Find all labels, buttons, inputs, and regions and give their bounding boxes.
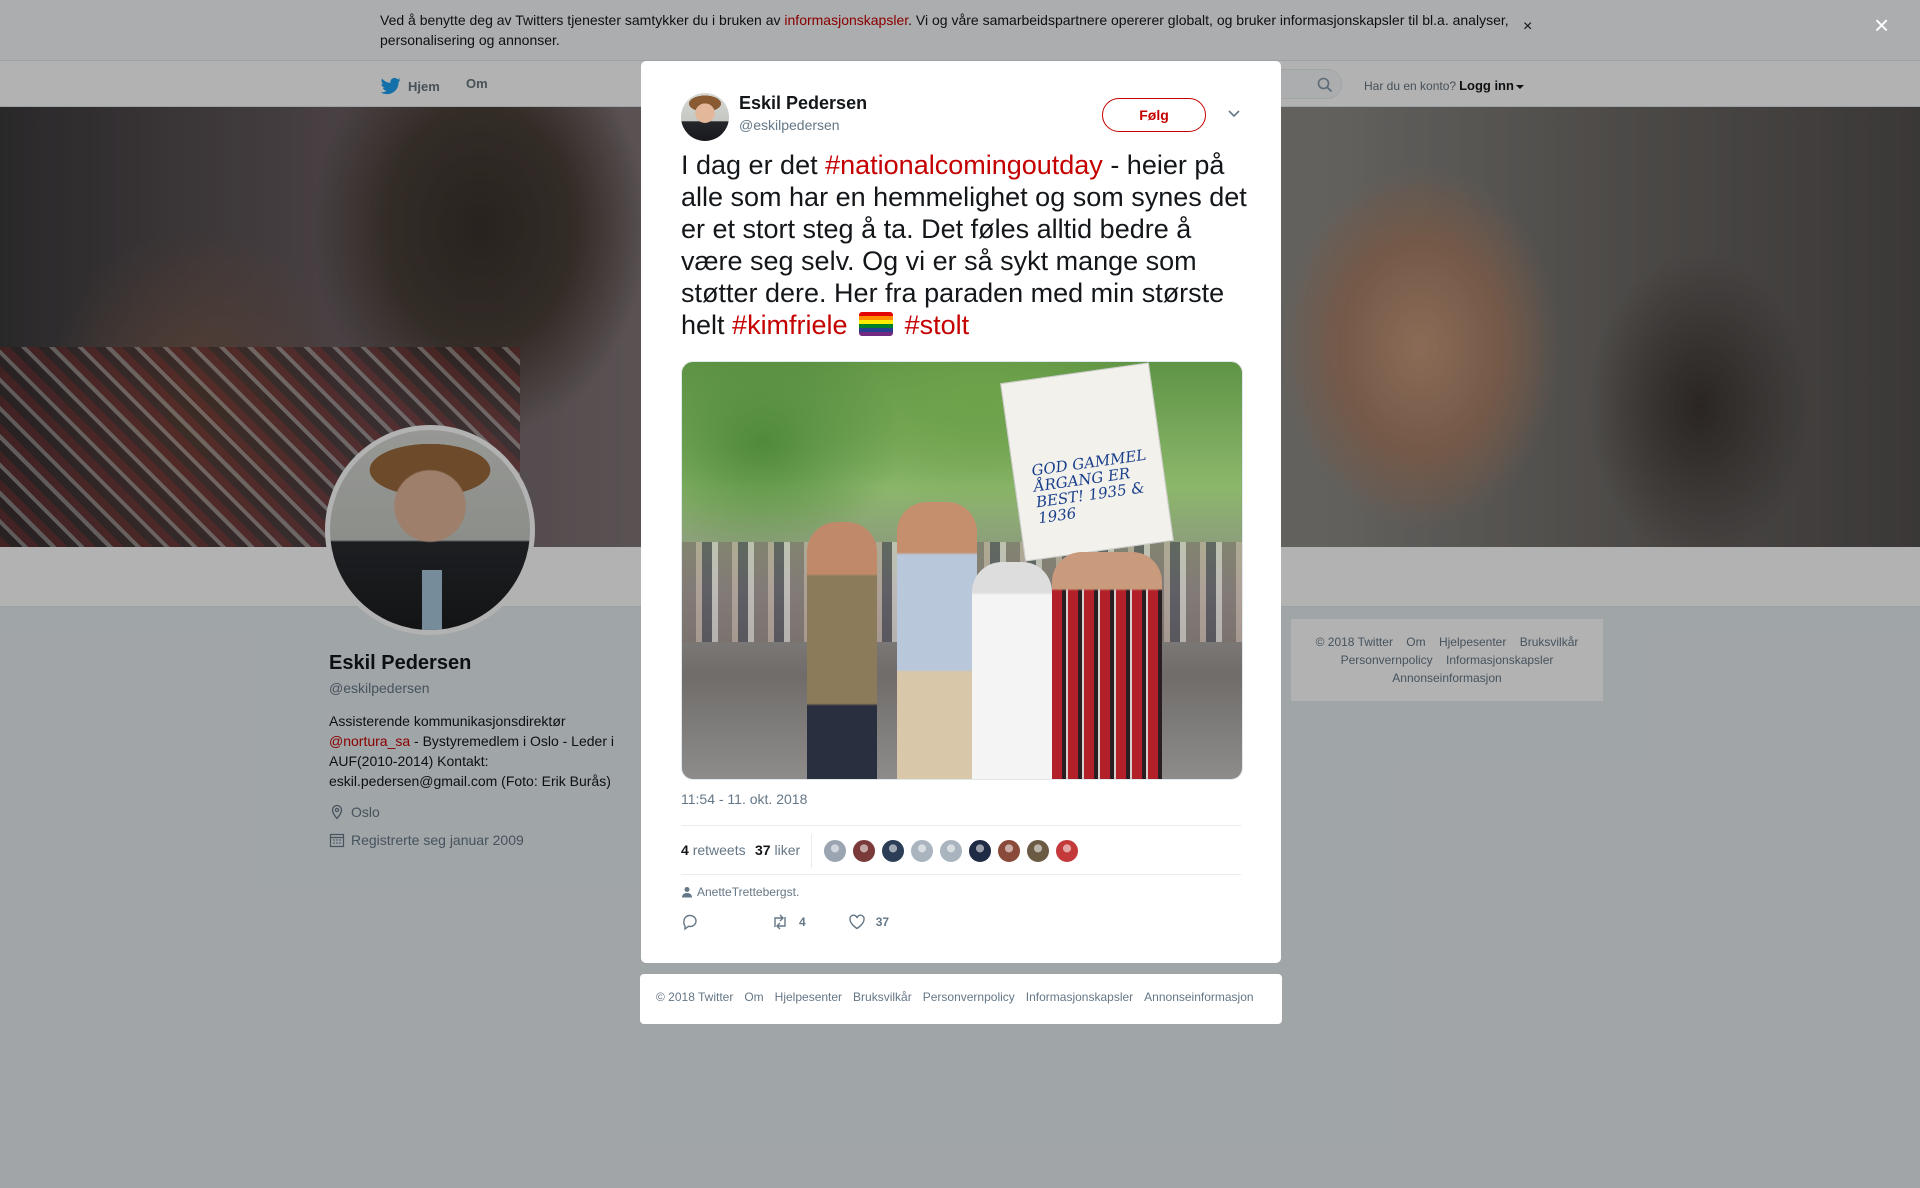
liker-avatar[interactable] (939, 839, 963, 863)
tweet-context: AnetteTrettebergst. (681, 885, 799, 899)
tweet-author-name[interactable]: Eskil Pedersen (739, 93, 867, 114)
reply-icon (683, 914, 697, 931)
footer-link-about[interactable]: Om (744, 990, 763, 1024)
hashtag-link[interactable]: #stolt (905, 310, 970, 340)
liker-avatar[interactable] (910, 839, 934, 863)
footer-link-help[interactable]: Hjelpesenter (775, 990, 842, 1024)
tweet-author-handle[interactable]: @eskilpedersen (739, 117, 840, 133)
user-icon (682, 887, 692, 898)
tweet-modal: Eskil Pedersen @eskilpedersen Følg I dag… (641, 61, 1281, 963)
photo-person (807, 522, 877, 779)
liker-avatar[interactable] (881, 839, 905, 863)
chevron-down-icon[interactable] (1227, 109, 1241, 119)
follow-button[interactable]: Følg (1102, 98, 1206, 132)
photo-sign: GOD GAMMEL ÅRGANG ER BEST! 1935 & 1936 (1000, 362, 1174, 562)
liker-avatars (823, 839, 1084, 863)
tweet-stats: 4 retweets 37 liker (681, 825, 1241, 875)
tweet-timestamp[interactable]: 11:54 - 11. okt. 2018 (681, 791, 807, 807)
retweets-stat[interactable]: 4 retweets (681, 842, 746, 858)
like-button[interactable]: 37 (848, 913, 889, 931)
tweet-actions: 4 37 (681, 913, 889, 931)
photo-sign-text: GOD GAMMEL ÅRGANG ER BEST! 1935 & 1936 (1030, 445, 1148, 528)
liker-avatar[interactable] (968, 839, 992, 863)
photo-person (972, 562, 1052, 779)
liker-avatar[interactable] (1026, 839, 1050, 863)
stats-divider (811, 834, 812, 868)
footer-link-ads-info[interactable]: Annonseinformasjon (1144, 990, 1253, 1024)
hashtag-link[interactable]: #kimfriele (732, 310, 848, 340)
liker-avatar[interactable] (997, 839, 1021, 863)
liker-avatar[interactable] (823, 839, 847, 863)
close-icon[interactable]: × (1874, 12, 1889, 38)
liker-avatar[interactable] (1055, 839, 1079, 863)
retweet-button[interactable]: 4 (771, 913, 806, 931)
tweet-author-avatar[interactable] (681, 93, 729, 141)
hashtag-link[interactable]: #nationalcomingoutday (825, 150, 1103, 180)
likes-stat[interactable]: 37 liker (755, 842, 800, 858)
footer-copyright: © 2018 Twitter (656, 990, 734, 1004)
retweet-icon (774, 914, 786, 930)
tweet-text: I dag er det #nationalcomingoutday - hei… (681, 150, 1247, 340)
footer-link-privacy[interactable]: Personvernpolicy (923, 990, 1015, 1024)
heart-icon (848, 914, 865, 930)
tweet-photo[interactable]: GOD GAMMEL ÅRGANG ER BEST! 1935 & 1936 (681, 361, 1243, 780)
photo-person (897, 502, 977, 779)
photo-person (1052, 552, 1162, 779)
rainbow-flag-emoji (859, 312, 894, 336)
reply-button[interactable] (681, 913, 709, 931)
footer-link-cookies[interactable]: Informasjonskapsler (1026, 990, 1133, 1024)
modal-footer: © 2018 Twitter Om Hjelpesenter Bruksvilk… (640, 974, 1282, 1024)
liker-avatar[interactable] (852, 839, 876, 863)
footer-link-terms[interactable]: Bruksvilkår (853, 990, 912, 1024)
context-user[interactable]: AnetteTrettebergst. (697, 885, 799, 899)
